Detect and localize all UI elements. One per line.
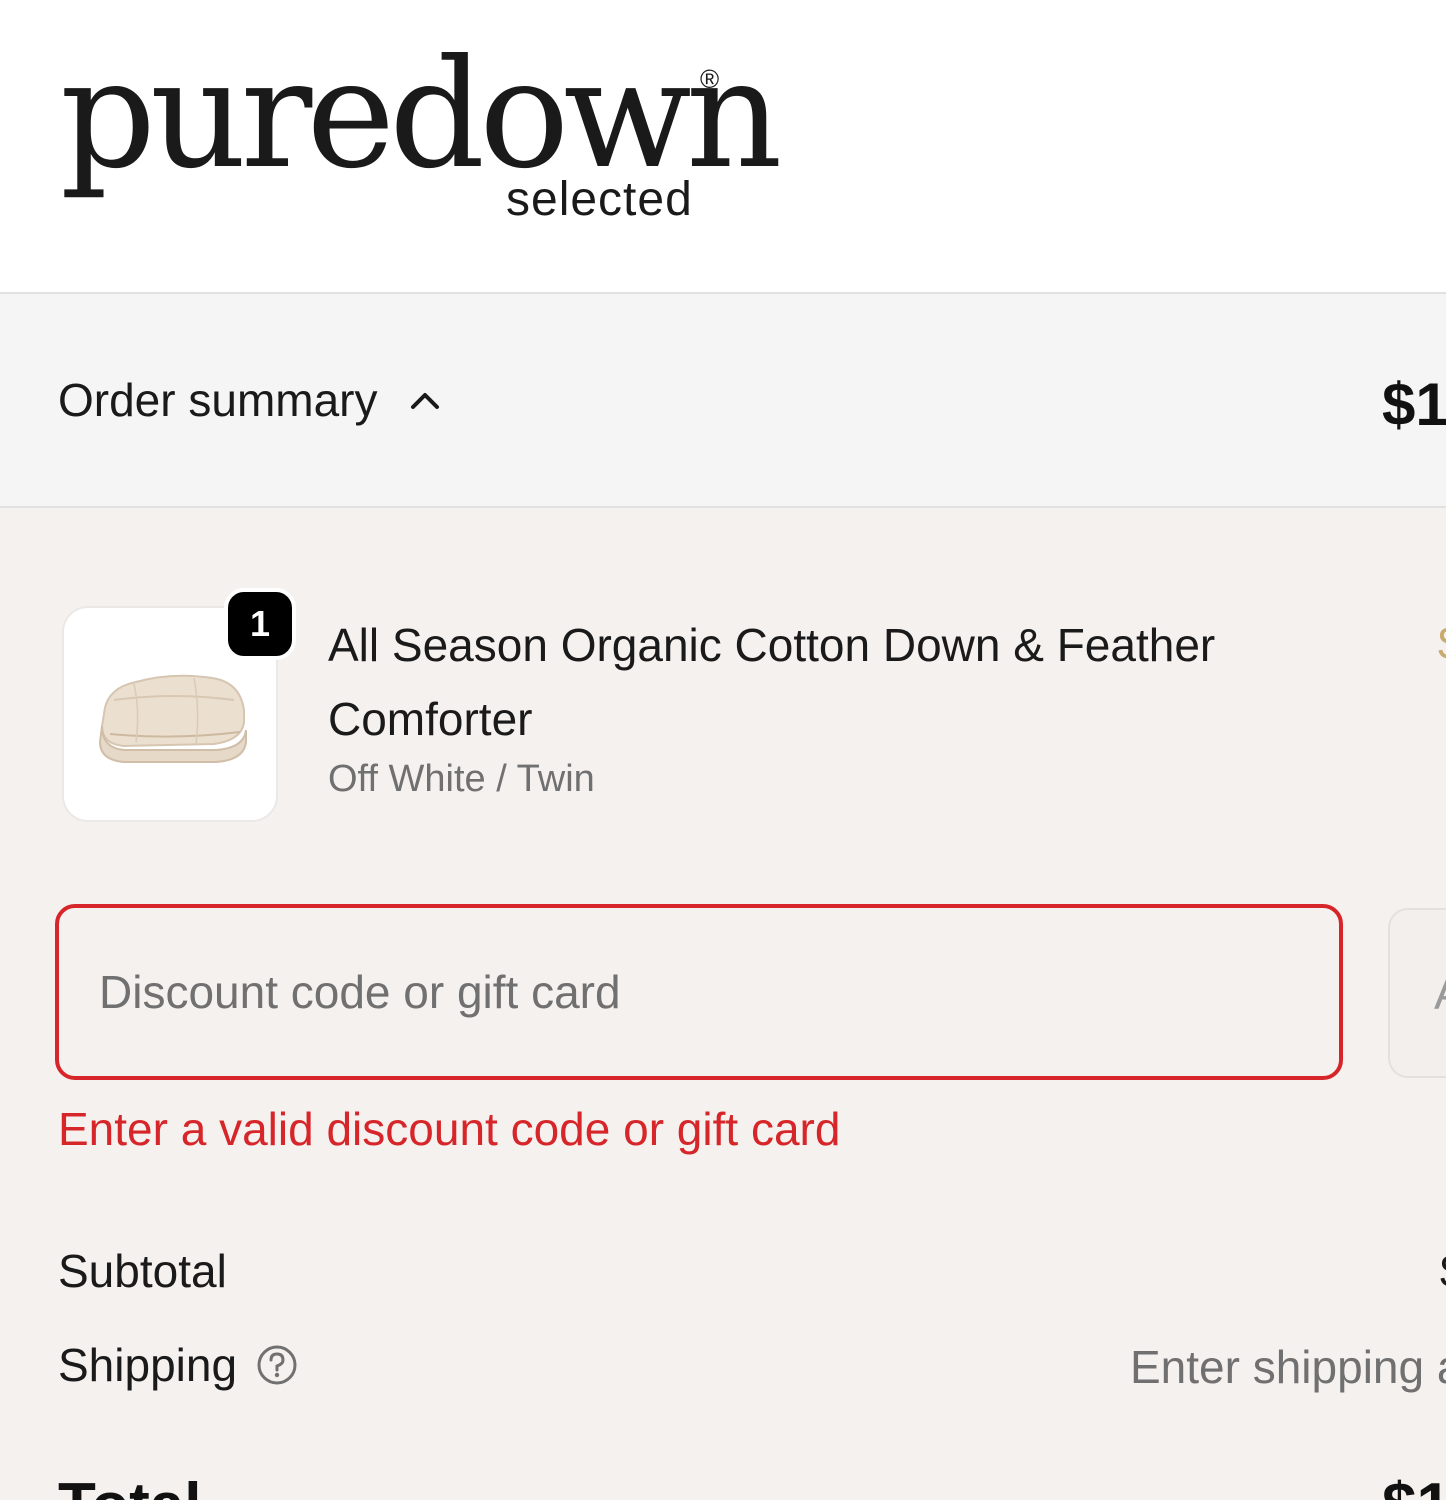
logo-registered-mark: ® bbox=[700, 64, 720, 94]
product-name: All Season Organic Cotton Down & Feather… bbox=[328, 619, 1216, 745]
order-summary-label: Order summary bbox=[58, 374, 378, 426]
order-summary-total: $1 bbox=[1382, 371, 1446, 438]
product-price: $ bbox=[1438, 616, 1446, 670]
shipping-label: Shipping bbox=[58, 1339, 238, 1391]
brand-logo[interactable]: puredown ® selected bbox=[60, 40, 782, 240]
comforter-image bbox=[98, 674, 247, 763]
quantity-badge: 1 bbox=[224, 588, 296, 660]
discount-error-message: Enter a valid discount code or gift card bbox=[58, 1103, 841, 1155]
subtotal-label: Subtotal bbox=[58, 1245, 227, 1297]
shipping-row: Shipping bbox=[58, 1338, 299, 1392]
total-value: $1 bbox=[1382, 1470, 1446, 1500]
logo-tagline: selected bbox=[506, 173, 693, 226]
question-circle-icon[interactable] bbox=[255, 1343, 299, 1387]
order-summary-bar: Order summary $1 bbox=[0, 292, 1446, 508]
shipping-value: Enter shipping address bbox=[1130, 1341, 1446, 1393]
total-label: Total bbox=[58, 1470, 202, 1500]
chevron-up-icon bbox=[407, 385, 443, 415]
subtotal-value: $ bbox=[1440, 1244, 1446, 1298]
order-summary-toggle[interactable]: Order summary bbox=[58, 370, 443, 430]
logo-wordmark: puredown bbox=[60, 28, 782, 202]
discount-code-input[interactable] bbox=[55, 904, 1343, 1080]
product-variant: Off White / Twin bbox=[328, 758, 595, 800]
order-summary-panel: 1 All Season Organic Cotton Down & Feath… bbox=[0, 508, 1446, 1500]
checkout-page: puredown ® selected Order summary $1 1 A… bbox=[0, 0, 1446, 1500]
apply-discount-button[interactable]: A bbox=[1388, 908, 1446, 1078]
header: puredown ® selected bbox=[0, 0, 1446, 292]
